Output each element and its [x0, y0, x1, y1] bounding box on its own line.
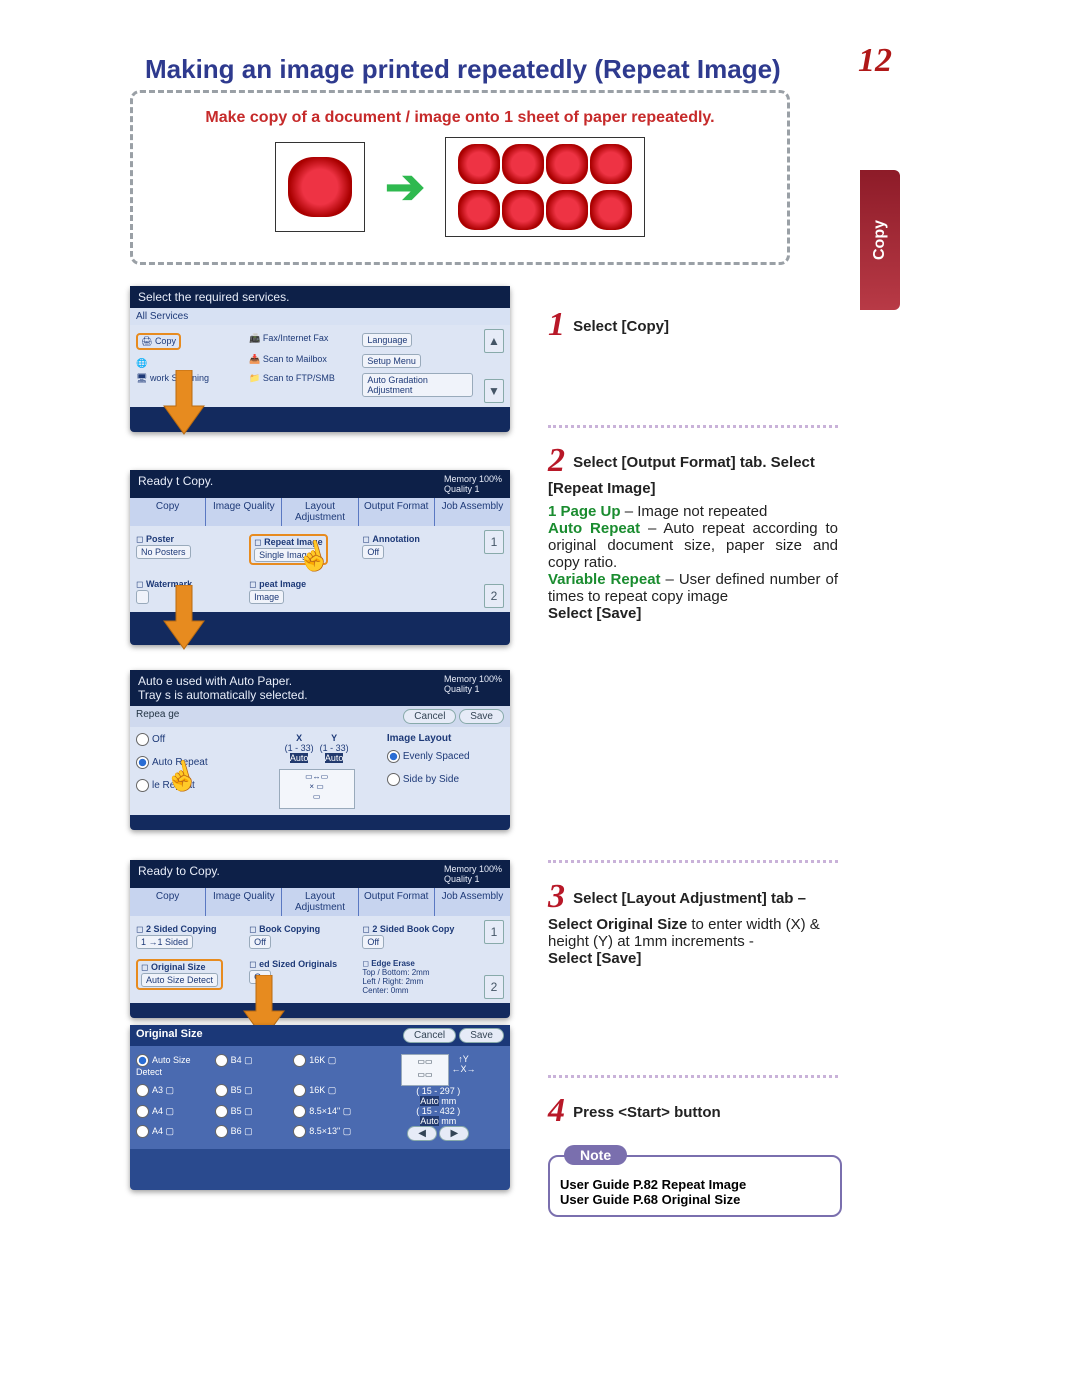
car-icon: [546, 144, 588, 184]
scroll-up-button[interactable]: 1: [484, 920, 504, 944]
scroll-down-button[interactable]: 2: [484, 975, 504, 999]
intro-single-image: [275, 142, 365, 232]
side-by-side-option[interactable]: Side by Side: [387, 773, 497, 786]
intro-repeated-image: [445, 137, 645, 237]
panel4-header: Ready to Copy.: [138, 864, 220, 884]
off-option[interactable]: Off: [136, 733, 246, 746]
scroll-up-button[interactable]: ▲: [484, 329, 504, 353]
tab-layout-adjustment[interactable]: Layout Adjustment: [282, 888, 358, 916]
nav-right-button[interactable]: ▶: [439, 1126, 469, 1141]
all-services-row: All Services: [130, 308, 510, 325]
repeat-image-settings-panel: Auto e used with Auto Paper.Tray s is au…: [130, 670, 510, 830]
two-sided-book-option[interactable]: ◻ 2 Sided Book CopyOff: [362, 924, 472, 949]
panel5-title: Original Size: [136, 1028, 203, 1043]
85x14-option[interactable]: 8.5×14" ▢: [293, 1105, 368, 1121]
evenly-spaced-option[interactable]: Evenly Spaced: [387, 750, 497, 763]
step-arrow-icon: [160, 585, 208, 665]
two-sided-copying-option[interactable]: ◻ 2 Sided Copying1 →1 Sided: [136, 924, 246, 949]
step-1: 1 Select [Copy]: [548, 306, 838, 344]
edge-erase-option[interactable]: ◻ Edge EraseTop / Bottom: 2mmLeft / Righ…: [362, 959, 472, 995]
page-title: Making an image printed repeatedly (Repe…: [145, 54, 781, 85]
b5b-option[interactable]: B5 ▢: [215, 1105, 290, 1121]
tab-job-assembly[interactable]: Job Assembly: [435, 888, 510, 916]
tab-copy[interactable]: Copy: [130, 888, 206, 916]
car-icon: [458, 144, 500, 184]
car-icon: [546, 190, 588, 230]
fax-service[interactable]: 📠 Fax/Internet Fax: [249, 333, 359, 344]
note-line-1: User Guide P.82 Repeat Image: [560, 1177, 830, 1192]
tab-output-format[interactable]: Output Format: [359, 498, 435, 526]
car-icon: [288, 157, 352, 217]
panel3-header-2: Tray s is automatically selected.: [138, 688, 308, 702]
step-2: 2 Select [Output Format] tab. Select [Re…: [548, 442, 838, 622]
car-icon: [590, 190, 632, 230]
b6-option[interactable]: B6 ▢: [215, 1125, 290, 1141]
car-icon: [590, 144, 632, 184]
copy-service[interactable]: 🖨 Copy: [136, 333, 181, 350]
car-icon: [502, 144, 544, 184]
annotation-option[interactable]: ◻ AnnotationOff: [362, 534, 472, 559]
panel2-header: Ready t Copy.: [138, 474, 213, 494]
tab-copy[interactable]: Copy: [130, 498, 206, 526]
panel3-header-1: Auto e used with Auto Paper.: [138, 674, 292, 688]
tab-image-quality[interactable]: Image Quality: [206, 888, 282, 916]
setup-service[interactable]: Setup Menu: [362, 354, 421, 368]
original-size-option[interactable]: ◻ Original SizeAuto Size Detect: [136, 959, 223, 990]
auto-gradation-service[interactable]: Auto Gradation Adjustment: [362, 373, 472, 397]
a3-option[interactable]: A3 ▢: [136, 1084, 211, 1100]
scan-ftp-service[interactable]: 📁 Scan to FTP/SMB: [249, 373, 359, 384]
image-layout-label: Image Layout: [387, 733, 451, 744]
cancel-button[interactable]: Cancel: [403, 709, 456, 724]
step-4: 4 Press <Start> button: [548, 1092, 838, 1130]
save-button[interactable]: Save: [459, 1028, 504, 1043]
scroll-up-button[interactable]: 1: [484, 530, 504, 554]
services-header: Select the required services.: [138, 290, 289, 304]
original-size-panel: Original Size Cancel Save Auto Size Dete…: [130, 1025, 510, 1190]
b4-option[interactable]: B4 ▢: [215, 1054, 290, 1080]
tab-layout-adjustment[interactable]: Layout Adjustment: [282, 498, 358, 526]
scroll-down-button[interactable]: 2: [484, 584, 504, 608]
a4l-option[interactable]: A4 ▢: [136, 1105, 211, 1121]
cancel-button[interactable]: Cancel: [403, 1028, 456, 1043]
step-arrow-icon: [160, 370, 208, 450]
car-icon: [458, 190, 500, 230]
nav-left-button[interactable]: ◀: [407, 1126, 437, 1141]
intro-box: Make copy of a document / image onto 1 s…: [130, 90, 790, 265]
note-box: Note User Guide P.82 Repeat Image User G…: [548, 1155, 842, 1217]
tab-image-quality[interactable]: Image Quality: [206, 498, 282, 526]
scan-mailbox-service[interactable]: 📥 Scan to Mailbox: [249, 354, 359, 365]
car-icon: [502, 190, 544, 230]
16k-option[interactable]: 16K ▢: [293, 1054, 368, 1080]
book-copying-option[interactable]: ◻ Book CopyingOff: [249, 924, 359, 949]
divider: [548, 860, 838, 863]
poster-option[interactable]: ◻ PosterNo Posters: [136, 534, 246, 559]
step-3: 3 Select [Layout Adjustment] tab – Selec…: [548, 878, 838, 967]
a4p-option[interactable]: A4 ▢: [136, 1125, 211, 1141]
note-badge: Note: [564, 1145, 627, 1165]
intro-heading: Make copy of a document / image onto 1 s…: [145, 109, 775, 127]
b5-option[interactable]: B5 ▢: [215, 1084, 290, 1100]
divider: [548, 1075, 838, 1078]
auto-size-option[interactable]: Auto Size Detect: [136, 1054, 211, 1080]
scroll-down-button[interactable]: ▼: [484, 379, 504, 403]
page-number: 12: [858, 42, 892, 80]
85x13-option[interactable]: 8.5×13" ▢: [293, 1125, 368, 1141]
repeat-image-option-2[interactable]: ◻ peat ImageImage: [249, 579, 359, 604]
copy-side-tab[interactable]: Copy: [860, 170, 900, 310]
language-service[interactable]: Language: [362, 333, 412, 347]
save-button[interactable]: Save: [459, 709, 504, 724]
tab-output-format[interactable]: Output Format: [359, 888, 435, 916]
panel3-title: Repea ge: [136, 709, 179, 724]
divider: [548, 425, 838, 428]
layout-adjustment-panel: Ready to Copy. Memory 100%Quality 1 Copy…: [130, 860, 510, 1018]
16k-p-option[interactable]: 16K ▢: [293, 1084, 368, 1100]
note-line-2: User Guide P.68 Original Size: [560, 1192, 830, 1207]
arrow-right-icon: ➔: [385, 159, 425, 215]
tab-job-assembly[interactable]: Job Assembly: [435, 498, 510, 526]
